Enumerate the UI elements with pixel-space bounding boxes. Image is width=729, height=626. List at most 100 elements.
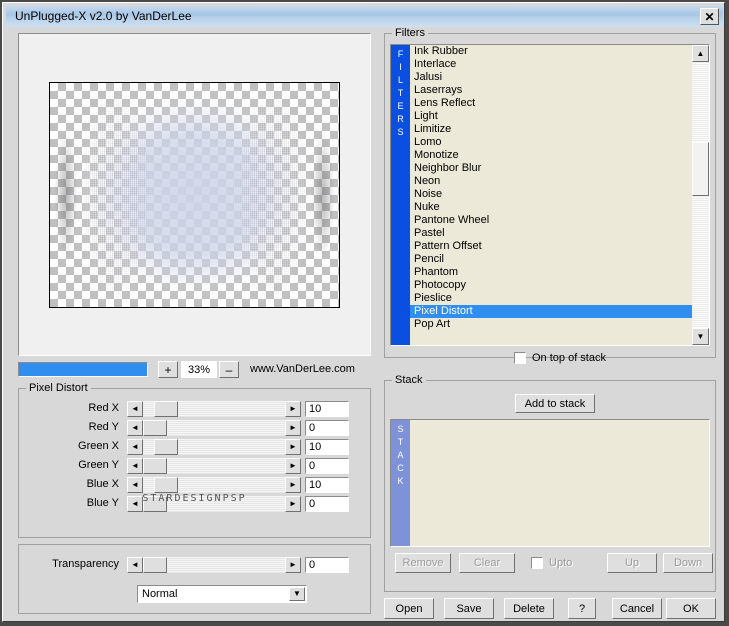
list-item[interactable]: Photocopy [410,279,692,292]
list-item[interactable]: Pop Art [410,318,692,331]
cancel-button[interactable]: Cancel [612,598,662,619]
list-item[interactable]: Noise [410,188,692,201]
slider-track[interactable] [143,401,285,417]
slider-value-field[interactable]: 10 [305,401,349,417]
strip-letter: S [397,127,404,137]
ok-button[interactable]: OK [666,598,716,619]
stack-items[interactable] [410,420,709,546]
transparency-value-field[interactable]: 0 [305,557,349,573]
list-item[interactable]: Lens Reflect [410,97,692,110]
slider-value-field[interactable]: 10 [305,477,349,493]
slider-decrement-button[interactable]: ◄ [127,458,143,474]
transparency-label: Transparency [52,558,119,570]
list-item[interactable]: Pencil [410,253,692,266]
strip-letter: L [397,75,403,85]
stack-strip-label: STACK [391,420,410,546]
zoom-out-button[interactable]: – [219,361,239,378]
zoom-bar: + 33% – www.VanDerLee.com [18,360,371,382]
transparency-group: Transparency ◄ ► 0 Normal ▼ [18,544,371,614]
transparency-increment-button[interactable]: ► [285,557,301,573]
list-item[interactable]: Ink Rubber [410,45,692,58]
slider-thumb[interactable] [154,477,178,493]
list-item[interactable]: Jalusi [410,71,692,84]
list-item[interactable]: Interlace [410,58,692,71]
website-link[interactable]: www.VanDerLee.com [250,363,355,375]
move-up-button[interactable]: Up [607,553,657,573]
help-button[interactable]: ? [568,598,596,619]
strip-letter: T [397,88,404,98]
blend-mode-value: Normal [142,588,178,600]
checkbox-icon[interactable] [514,352,526,364]
delete-button[interactable]: Delete [504,598,554,619]
slider-increment-button[interactable]: ► [285,439,301,455]
slider-decrement-button[interactable]: ◄ [127,401,143,417]
strip-letter: K [397,476,404,486]
list-item[interactable]: Limitize [410,123,692,136]
filters-items[interactable]: Ink Rubber Interlace Jalusi Laserrays Lens R… [410,45,692,345]
move-down-button[interactable]: Down [663,553,713,573]
slider-track[interactable] [143,420,285,436]
slider-track[interactable] [143,477,285,493]
pixel-distort-group: Pixel Distort Red X ◄ ► 10 Red Y ◄ ► 0 G… [18,382,371,538]
stack-listbox[interactable]: STACK [390,419,710,547]
remove-button[interactable]: Remove [395,553,451,573]
preview-shadow-right [310,123,337,267]
upto-checkbox[interactable]: Upto [531,557,572,569]
filters-listbox[interactable]: FILTERS Ink Rubber Interlace Jalusi Laserra… [390,44,710,346]
list-item[interactable]: Pattern Offset [410,240,692,253]
slider-thumb[interactable] [154,401,178,417]
zoom-in-button[interactable]: + [158,361,178,378]
slider-row: Red X ◄ ► 10 [19,401,360,417]
slider-label: Red Y [88,421,119,433]
watermark-text: STARDESIGNPSP [142,493,247,504]
clear-button[interactable]: Clear [459,553,515,573]
list-item[interactable]: Nuke [410,201,692,214]
slider-value-field[interactable]: 10 [305,439,349,455]
slider-label: Blue X [86,478,119,490]
list-item[interactable]: Pixel Distort [410,305,692,318]
list-item[interactable]: Light [410,110,692,123]
blend-mode-select[interactable]: Normal ▼ [137,585,307,603]
save-button[interactable]: Save [444,598,494,619]
strip-letter: R [397,114,404,124]
list-item[interactable]: Laserrays [410,84,692,97]
close-icon[interactable]: ✕ [700,8,719,25]
list-item[interactable]: Neighbor Blur [410,162,692,175]
chevron-down-icon[interactable]: ▼ [289,587,305,601]
slider-increment-button[interactable]: ► [285,401,301,417]
slider-value-field[interactable]: 0 [305,420,349,436]
slider-thumb[interactable] [143,458,167,474]
scroll-down-icon[interactable]: ▼ [692,328,709,345]
list-item[interactable]: Lomo [410,136,692,149]
list-item[interactable]: Monotize [410,149,692,162]
preview-noise-right [229,83,316,307]
transparency-slider-thumb[interactable] [143,557,167,573]
slider-increment-button[interactable]: ► [285,477,301,493]
slider-decrement-button[interactable]: ◄ [127,439,143,455]
scrollbar-thumb[interactable] [692,142,709,196]
slider-increment-button[interactable]: ► [285,420,301,436]
slider-thumb[interactable] [154,439,178,455]
list-item[interactable]: Neon [410,175,692,188]
list-item[interactable]: Phantom [410,266,692,279]
list-item[interactable]: Pastel [410,227,692,240]
slider-row: Red Y ◄ ► 0 [19,420,360,436]
checkbox-icon[interactable] [531,557,543,569]
transparency-decrement-button[interactable]: ◄ [127,557,143,573]
list-item[interactable]: Pieslice [410,292,692,305]
slider-value-field[interactable]: 0 [305,458,349,474]
slider-track[interactable] [143,439,285,455]
slider-decrement-button[interactable]: ◄ [127,420,143,436]
title-bar: UnPlugged-X v2.0 by VanDerLee ✕ [6,6,723,27]
slider-track[interactable] [143,458,285,474]
filters-scrollbar[interactable]: ▲ ▼ [692,45,709,345]
on-top-of-stack-checkbox[interactable]: On top of stack [514,352,606,364]
add-to-stack-button[interactable]: Add to stack [515,394,595,413]
list-item[interactable]: Pantone Wheel [410,214,692,227]
open-button[interactable]: Open [384,598,434,619]
scroll-up-icon[interactable]: ▲ [692,45,709,62]
slider-increment-button[interactable]: ► [285,458,301,474]
transparency-slider-track[interactable] [143,557,285,573]
slider-decrement-button[interactable]: ◄ [127,477,143,493]
slider-thumb[interactable] [143,420,167,436]
